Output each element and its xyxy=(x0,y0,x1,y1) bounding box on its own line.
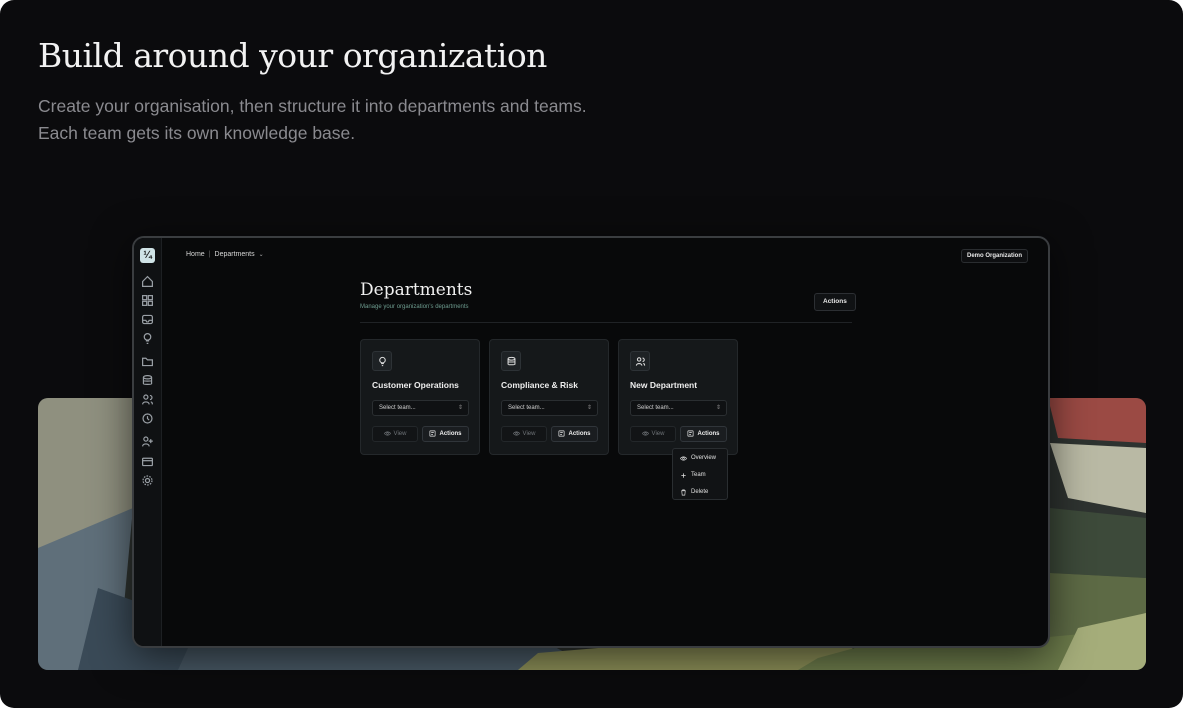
view-button[interactable]: View xyxy=(630,426,676,442)
history-icon[interactable] xyxy=(141,412,154,425)
team-select-value: Select team... xyxy=(637,405,674,411)
team-select-value: Select team... xyxy=(508,405,545,411)
breadcrumb-separator: | xyxy=(208,251,211,258)
actions-label: Actions xyxy=(568,431,591,437)
department-title: Customer Operations xyxy=(372,380,459,390)
department-card: Customer Operations Select team... ⇕ Vie… xyxy=(360,339,480,455)
actions-icon xyxy=(687,430,694,437)
menu-item-overview[interactable]: Overview xyxy=(680,452,716,464)
eye-icon xyxy=(680,455,687,462)
department-card: New Department Select team... ⇕ View Act… xyxy=(618,339,738,455)
view-button[interactable]: View xyxy=(372,426,418,442)
folder-icon[interactable] xyxy=(141,355,154,368)
user-plus-icon[interactable] xyxy=(141,435,154,448)
select-caret-icon: ⇕ xyxy=(715,405,721,411)
settings-icon[interactable] xyxy=(141,474,154,487)
eye-icon xyxy=(512,430,520,437)
chevron-down-icon[interactable]: ⌄ xyxy=(259,251,264,258)
department-title: Compliance & Risk xyxy=(501,380,578,390)
menu-item-label: Overview xyxy=(691,455,717,461)
menu-item-label: Team xyxy=(691,472,706,478)
view-label: View xyxy=(651,431,665,437)
actions-icon xyxy=(558,430,565,437)
select-caret-icon: ⇕ xyxy=(586,405,592,411)
view-button[interactable]: View xyxy=(501,426,547,442)
department-title: New Department xyxy=(630,380,698,390)
view-label: View xyxy=(522,431,536,437)
page-actions-button[interactable]: Actions xyxy=(814,293,856,311)
app-logo[interactable]: ¼ xyxy=(140,248,155,263)
menu-item-team[interactable]: Team xyxy=(680,469,706,481)
actions-button[interactable]: Actions xyxy=(551,426,598,442)
feature-panel: Build around your organization Create yo… xyxy=(0,0,1183,708)
page-title: Departments xyxy=(360,280,473,300)
breadcrumb-home[interactable]: Home xyxy=(186,251,205,258)
eye-icon xyxy=(641,430,649,437)
breadcrumb-departments[interactable]: Departments xyxy=(215,251,255,258)
lightbulb-icon xyxy=(372,351,392,371)
menu-item-delete[interactable]: Delete xyxy=(680,486,708,498)
actions-icon xyxy=(429,430,436,437)
home-icon[interactable] xyxy=(141,275,154,288)
breadcrumb: Home | Departments ⌄ xyxy=(186,251,264,258)
database-icon xyxy=(501,351,521,371)
hero-subtitle: Create your organisation, then structure… xyxy=(38,96,587,143)
app-window: ¼ Home | Departments ⌄ Demo Organization… xyxy=(132,236,1050,648)
users-icon xyxy=(630,351,650,371)
grid-icon[interactable] xyxy=(141,294,154,307)
inbox-icon[interactable] xyxy=(141,313,154,326)
eye-icon xyxy=(383,430,391,437)
page-subtitle: Manage your organization's departments xyxy=(360,304,469,310)
team-select[interactable]: Select team... ⇕ xyxy=(501,400,598,416)
sidebar: ¼ xyxy=(134,238,162,646)
bulb-icon[interactable] xyxy=(141,332,154,345)
users-icon[interactable] xyxy=(141,393,154,406)
menu-item-label: Delete xyxy=(691,489,709,495)
actions-label: Actions xyxy=(697,431,720,437)
actions-button[interactable]: Actions xyxy=(680,426,727,442)
select-caret-icon: ⇕ xyxy=(457,405,463,411)
actions-label: Actions xyxy=(439,431,462,437)
actions-button[interactable]: Actions xyxy=(422,426,469,442)
trash-icon xyxy=(680,489,687,496)
view-label: View xyxy=(393,431,407,437)
card-icon[interactable] xyxy=(141,455,154,468)
team-select[interactable]: Select team... ⇕ xyxy=(630,400,727,416)
hero-title: Build around your organization xyxy=(38,36,547,75)
header-divider xyxy=(360,322,852,323)
department-card: Compliance & Risk Select team... ⇕ View … xyxy=(489,339,609,455)
team-select-value: Select team... xyxy=(379,405,416,411)
actions-dropdown-menu: Overview Team Delete xyxy=(672,448,728,500)
organization-button[interactable]: Demo Organization xyxy=(960,249,1028,263)
team-select[interactable]: Select team... ⇕ xyxy=(372,400,469,416)
database-icon[interactable] xyxy=(141,374,154,387)
plus-icon xyxy=(680,472,687,479)
